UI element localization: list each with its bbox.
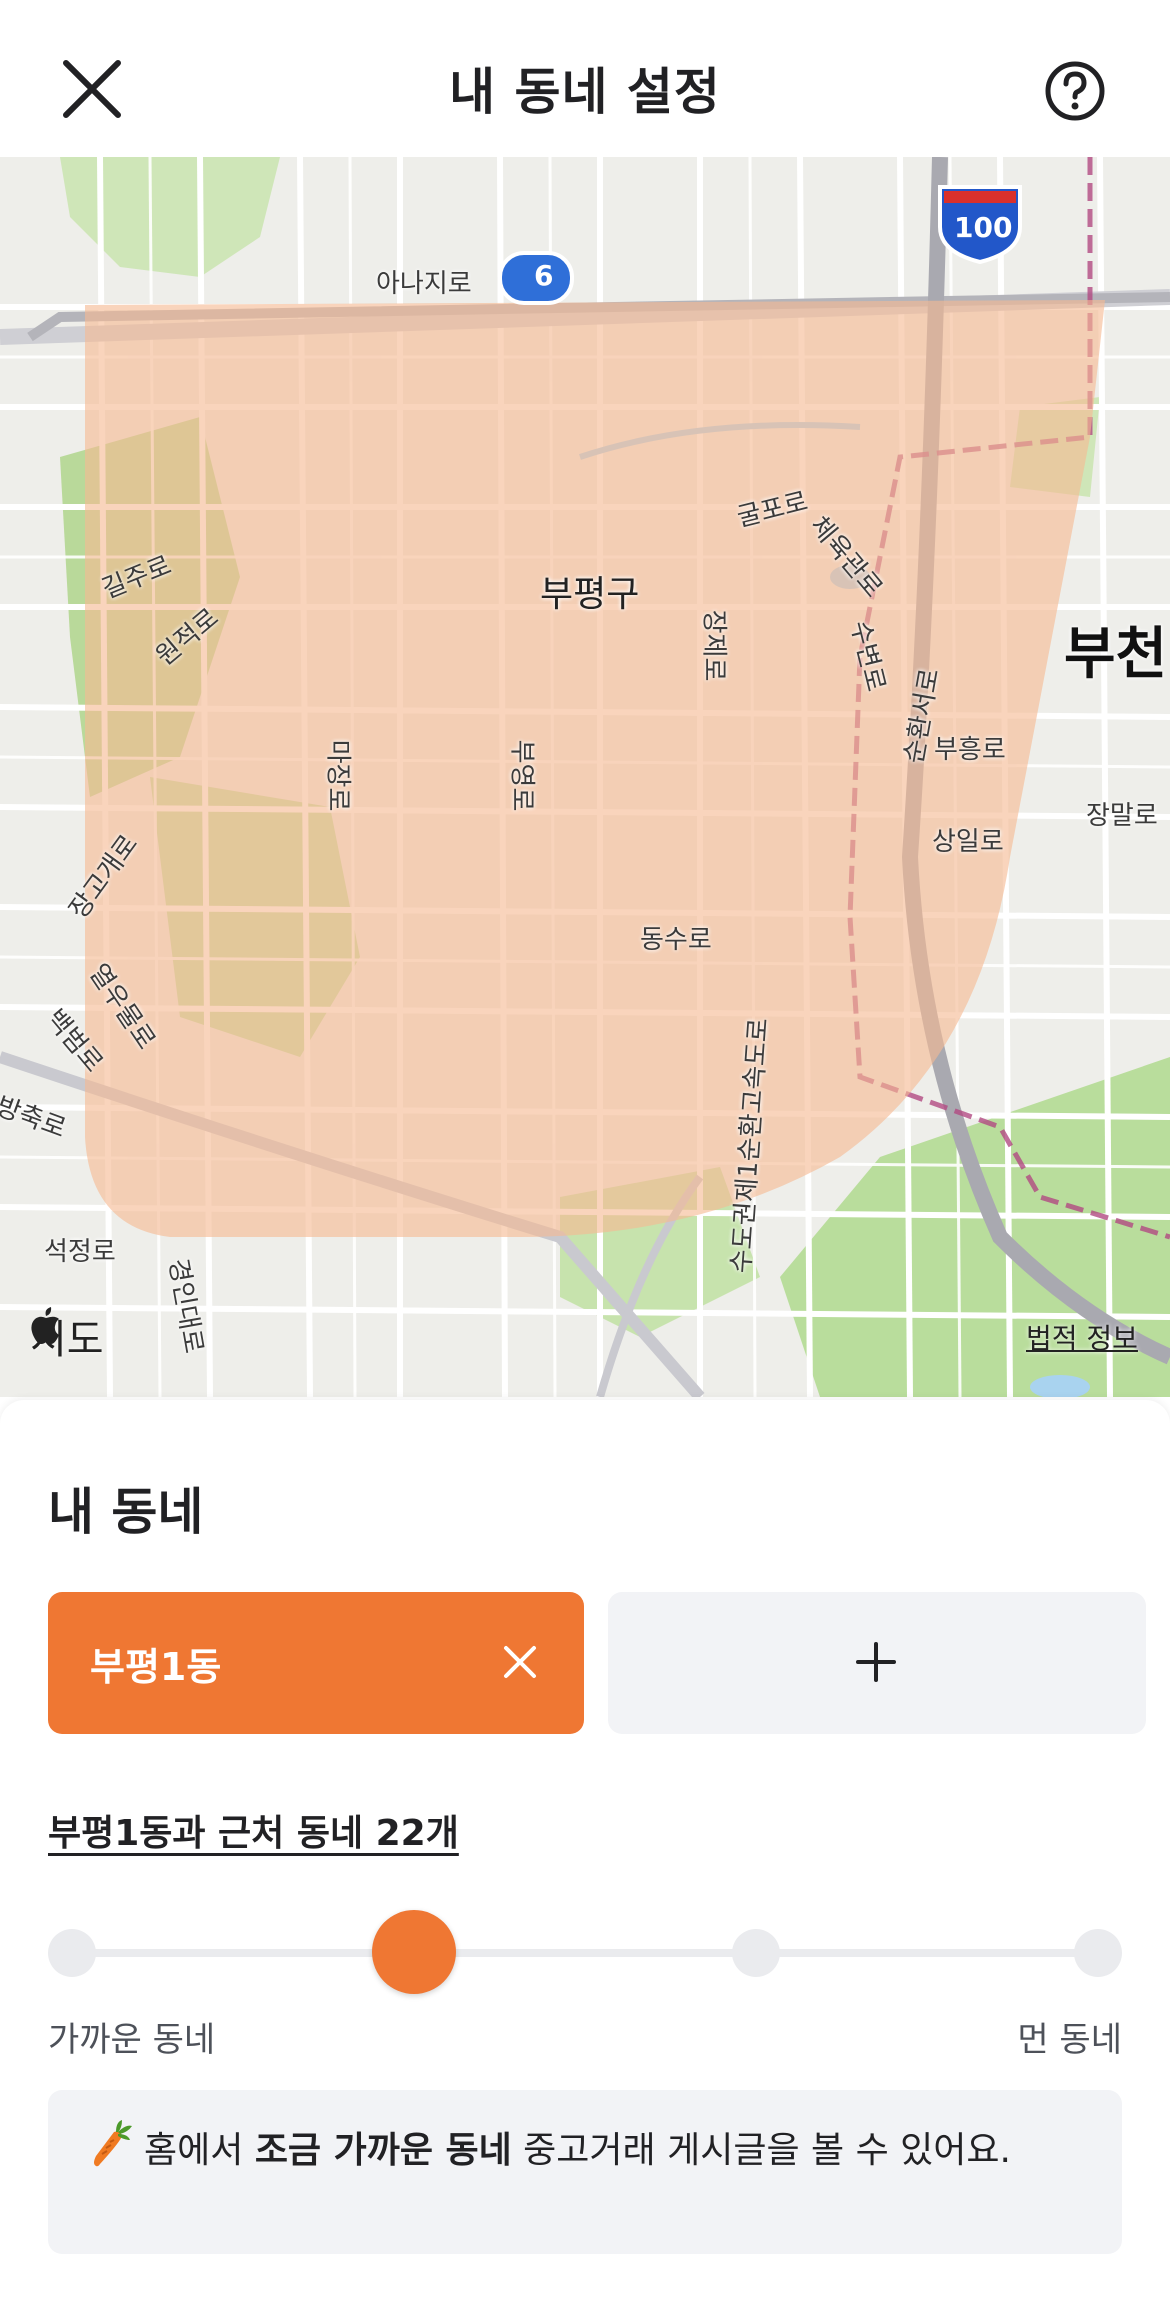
- slider-step[interactable]: [48, 1929, 96, 1977]
- slider-step[interactable]: [1074, 1929, 1122, 1977]
- city-label: 부천: [1064, 622, 1168, 687]
- nearby-neighborhoods-link[interactable]: 부평1동과 근처 동네 22개: [48, 1804, 459, 1856]
- header: 내 동네 설정: [0, 0, 1170, 157]
- close-icon: [504, 1646, 536, 1678]
- info-emphasis: 조금 가까운 동네: [254, 2130, 512, 2171]
- road-label: 부영로: [506, 739, 537, 812]
- far-label: 먼 동네: [1017, 2020, 1122, 2060]
- range-slider[interactable]: [48, 1910, 1122, 1994]
- carrot-icon: [94, 2120, 132, 2167]
- selected-neighborhood-chip[interactable]: 부평1동: [48, 1592, 584, 1734]
- page-title: 내 동네 설정: [449, 63, 721, 121]
- map-canvas: [0, 157, 1170, 1397]
- slider-track: [72, 1949, 1098, 1957]
- road-label: 상일로: [932, 827, 1004, 857]
- neighborhood-name: 부평1동: [90, 1645, 222, 1689]
- slider-step[interactable]: [732, 1929, 780, 1977]
- info-text: 홈에서 조금 가까운 동네 중고거래 게시글을 볼 수 있어요.: [88, 2120, 1048, 2179]
- apple-logo-icon: [31, 1307, 59, 1344]
- road-label: 동수로: [640, 925, 712, 955]
- road-label: 장제로: [698, 609, 729, 682]
- highway-6-number: 6: [534, 259, 554, 292]
- info-box: 홈에서 조금 가까운 동네 중고거래 게시글을 볼 수 있어요.: [48, 2090, 1122, 2254]
- map-attribution: 지도: [30, 1307, 104, 1365]
- help-circle-icon: [1045, 61, 1105, 121]
- remove-neighborhood-button[interactable]: [498, 1640, 542, 1684]
- road-label: 석정로: [44, 1237, 116, 1267]
- district-label: 부평구: [540, 574, 640, 615]
- section-title: 내 동네: [48, 1483, 204, 1541]
- legal-info-link[interactable]: 법적 정보: [1026, 1317, 1138, 1357]
- info-prefix: 홈에서: [144, 2130, 255, 2171]
- plus-icon: [854, 1640, 898, 1684]
- add-neighborhood-button[interactable]: [608, 1592, 1146, 1734]
- road-label: 아나지로: [376, 269, 472, 299]
- slider-thumb[interactable]: [372, 1910, 456, 1994]
- neighborhood-map[interactable]: 6 100 아나지로 굴포로 길주로 원적로 마장로 부영로 장제로 체육관로 …: [0, 157, 1170, 1397]
- help-button[interactable]: [1044, 60, 1106, 122]
- near-label: 가까운 동네: [48, 2020, 216, 2060]
- road-label: 부흥로: [934, 735, 1006, 765]
- road-label: 마장로: [322, 739, 353, 812]
- neighborhood-sheet: 내 동네 부평1동 부평1동과 근처 동네 22개 가까운 동네 먼 동네 홈에…: [0, 1400, 1170, 2306]
- info-suffix: 중고거래 게시글을 볼 수 있어요.: [511, 2130, 1011, 2171]
- road-label: 장말로: [1086, 801, 1158, 831]
- highway-100-number: 100: [954, 211, 1013, 244]
